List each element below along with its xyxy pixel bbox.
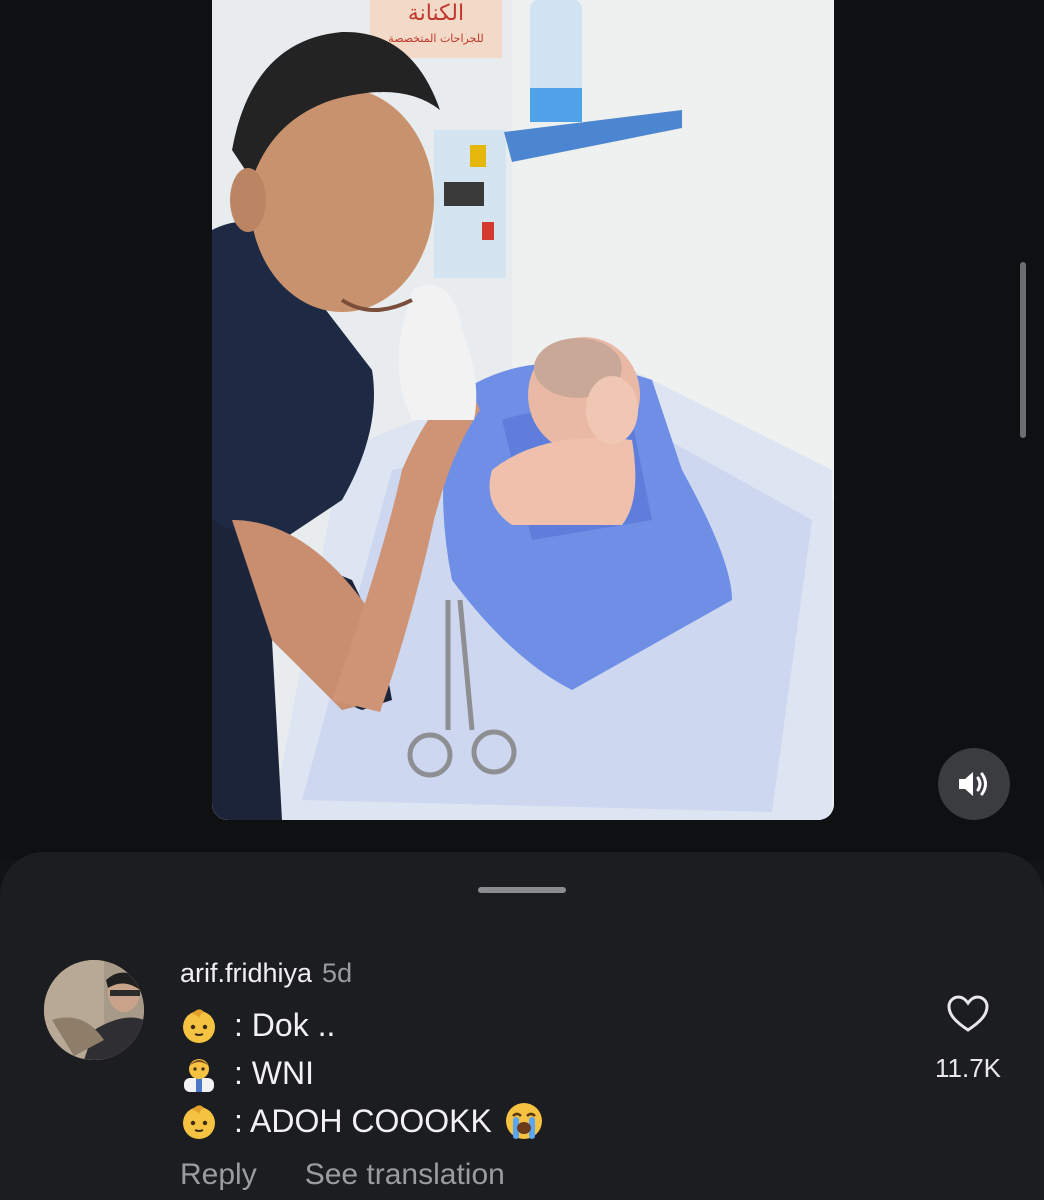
baby-emoji-icon [183,1105,215,1139]
comment-line: : WNI [180,1050,880,1096]
doctor-emoji-icon [184,1059,214,1092]
post-photo: الكنانة للجراحات المتخصصة [212,0,834,820]
loudly-crying-emoji-icon [505,1103,542,1139]
sheet-drag-handle[interactable] [478,887,566,893]
avatar[interactable] [44,960,144,1060]
video-player[interactable]: الكنانة للجراحات المتخصصة [0,0,1044,860]
comment-timestamp: 5d [322,958,353,988]
like-control: 11.7K [928,994,1008,1084]
comment-line-text: : ADOH COOOKK [234,1102,492,1139]
sign-text: الكنانة [408,1,464,26]
comment-line-text: : WNI [234,1054,314,1091]
comments-sheet: arif.fridhiya 5d : Dok .. : WNI: ADOH C… [0,852,1044,1200]
scrollbar[interactable] [1020,262,1026,438]
comment-line-text: : Dok .. [234,1006,336,1043]
volume-button[interactable] [938,748,1010,820]
sign-subtext: للجراحات المتخصصة [388,32,483,45]
heart-icon[interactable] [946,994,990,1034]
like-count: 11.7K [934,1053,1001,1083]
baby-emoji-icon [183,1009,215,1043]
comment-line: : ADOH COOOKK [180,1098,880,1144]
see-translation-link[interactable]: See translation [305,1158,505,1192]
comment-username[interactable]: arif.fridhiya [180,958,312,988]
speaker-icon [959,772,987,796]
comment: arif.fridhiya 5d : Dok .. : WNI: ADOH C… [180,956,880,1192]
reply-button[interactable]: Reply [180,1158,257,1192]
comment-line: : Dok .. [180,1002,880,1048]
